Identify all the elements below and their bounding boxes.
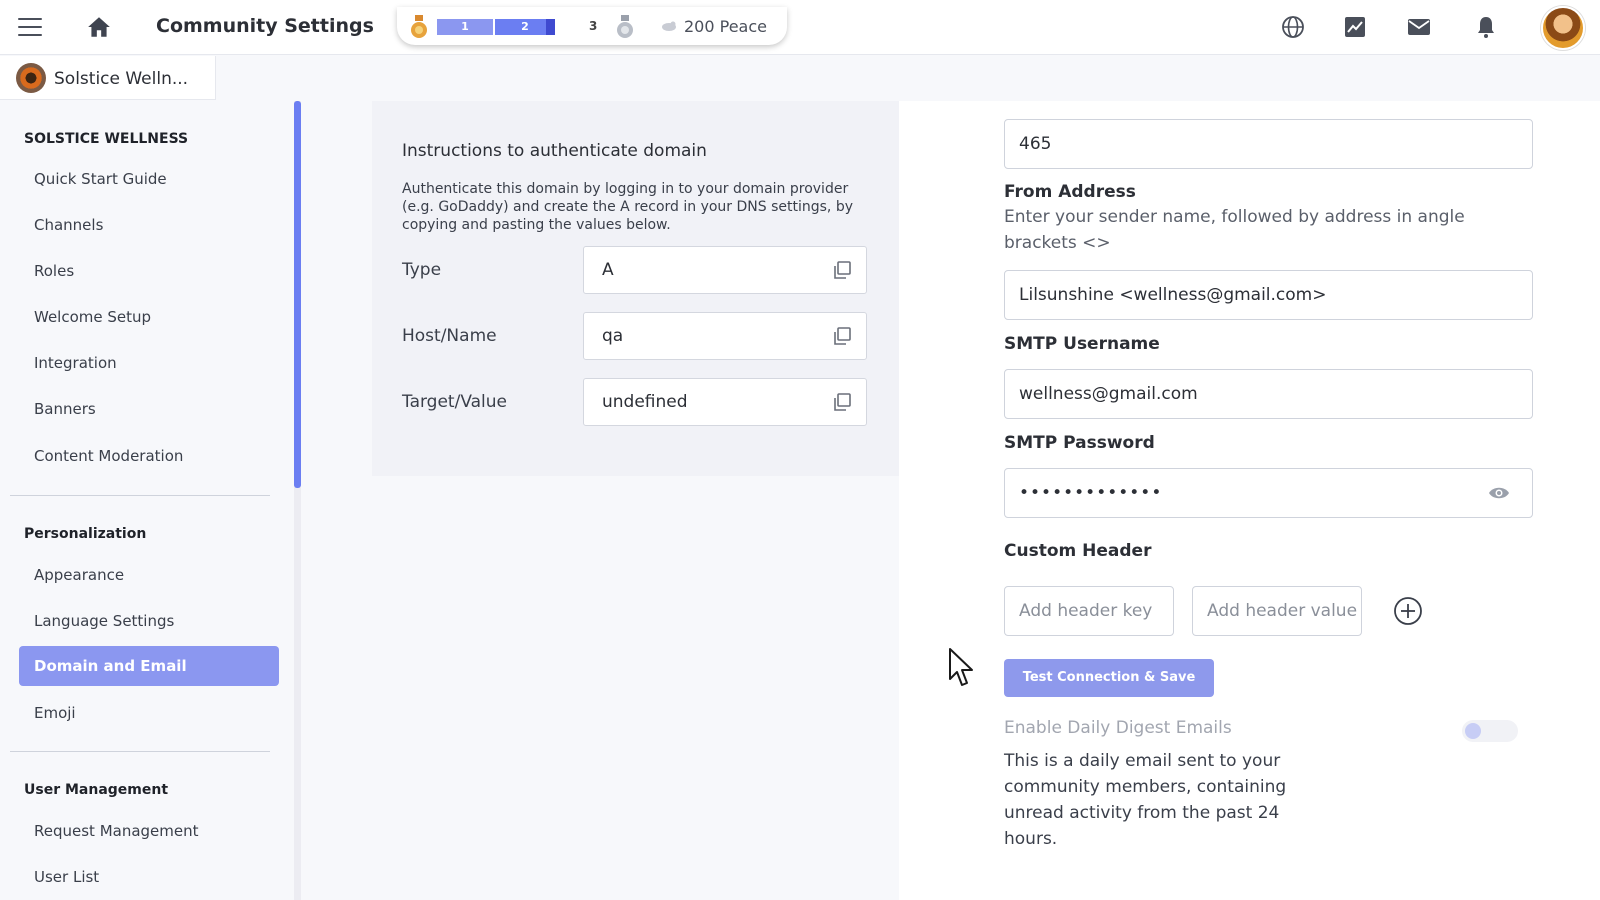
- top-bar: Community Settings 1 2 3 200 Peace: [0, 0, 1600, 55]
- menu-icon[interactable]: [18, 18, 42, 38]
- user-avatar[interactable]: [1541, 6, 1585, 50]
- medal-icon: [411, 15, 427, 38]
- level-segment-1: 1: [437, 19, 493, 35]
- sidebar-item-content-moderation[interactable]: Content Moderation: [34, 447, 183, 465]
- bell-icon[interactable]: [1474, 15, 1498, 39]
- mail-icon[interactable]: [1407, 15, 1431, 39]
- instructions-text: Authenticate this domain by logging in t…: [402, 181, 853, 233]
- sidebar-section-title: User Management: [24, 782, 169, 798]
- plus-circle-icon[interactable]: [1393, 596, 1423, 626]
- smtp-password-value: •••••••••••••: [1019, 483, 1163, 503]
- host-field[interactable]: qa: [583, 312, 867, 360]
- type-label: Type: [402, 260, 442, 280]
- header-value-placeholder: Add header value: [1207, 601, 1358, 621]
- daily-digest-description: This is a daily email sent to your commu…: [1004, 751, 1287, 849]
- domain-instructions-card: Instructions to authenticate domain Auth…: [372, 101, 899, 476]
- from-address-help: Enter your sender name, followed by addr…: [1004, 207, 1465, 253]
- target-field[interactable]: undefined: [583, 378, 867, 426]
- smtp-username-label: SMTP Username: [1004, 334, 1160, 354]
- daily-digest-label: Enable Daily Digest Emails: [1004, 718, 1232, 738]
- eye-icon[interactable]: [1488, 485, 1510, 501]
- sidebar-divider: [10, 495, 270, 496]
- type-field[interactable]: A: [583, 246, 867, 294]
- test-connection-save-label: Test Connection & Save: [1022, 670, 1196, 685]
- sidebar-section-title: Personalization: [24, 526, 147, 542]
- daily-digest-toggle[interactable]: [1462, 720, 1518, 742]
- instructions-title: Instructions to authenticate domain: [402, 141, 707, 161]
- custom-header-label: Custom Header: [1004, 541, 1152, 561]
- sidebar-item-banners[interactable]: Banners: [34, 400, 96, 418]
- copy-icon[interactable]: [832, 260, 852, 280]
- sidebar-item-domain-and-email[interactable]: Domain and Email: [19, 646, 279, 686]
- home-icon[interactable]: [86, 14, 112, 40]
- next-level: 3: [589, 19, 598, 33]
- smtp-username-input[interactable]: wellness@gmail.com: [1004, 369, 1533, 419]
- sidebar-item-emoji[interactable]: Emoji: [34, 704, 76, 722]
- points-label: 200 Peace: [684, 17, 767, 36]
- sidebar-section-title: SOLSTICE WELLNESS: [24, 131, 189, 147]
- smtp-username-value: wellness@gmail.com: [1019, 384, 1198, 404]
- sidebar-item-label: Domain and Email: [34, 657, 187, 675]
- target-label: Target/Value: [402, 392, 508, 412]
- level-segment-2: 2: [495, 19, 555, 35]
- target-value: undefined: [602, 392, 688, 412]
- sidebar-item-language-settings[interactable]: Language Settings: [34, 612, 174, 630]
- sidebar-item-user-list[interactable]: User List: [34, 868, 99, 886]
- copy-icon[interactable]: [832, 326, 852, 346]
- type-value: A: [602, 260, 614, 280]
- from-address-label: From Address: [1004, 182, 1136, 202]
- toggle-knob: [1465, 723, 1481, 739]
- host-value: qa: [602, 326, 624, 346]
- level-progress: 1 2 3 200 Peace: [397, 7, 787, 45]
- header-value-input[interactable]: Add header value: [1192, 586, 1362, 636]
- smtp-port-input[interactable]: 465: [1004, 119, 1533, 169]
- sidebar-item-request-management[interactable]: Request Management: [34, 822, 199, 840]
- community-avatar: [16, 63, 46, 93]
- sidebar-item-appearance[interactable]: Appearance: [34, 566, 124, 584]
- smtp-password-label: SMTP Password: [1004, 433, 1155, 453]
- community-name: Solstice Welln...: [54, 69, 189, 89]
- from-address-input[interactable]: Lilsunshine <wellness@gmail.com>: [1004, 270, 1533, 320]
- from-address-value: Lilsunshine <wellness@gmail.com>: [1019, 285, 1327, 305]
- header-key-placeholder: Add header key: [1019, 601, 1153, 621]
- sidebar-item-channels[interactable]: Channels: [34, 216, 103, 234]
- cursor-icon: [949, 648, 973, 686]
- sidebar-item-integration[interactable]: Integration: [34, 354, 117, 372]
- medal-icon: [617, 15, 633, 38]
- smtp-port-value: 465: [1019, 134, 1052, 154]
- copy-icon[interactable]: [832, 392, 852, 412]
- sidebar-item-welcome-setup[interactable]: Welcome Setup: [34, 308, 151, 326]
- globe-icon[interactable]: [1281, 15, 1305, 39]
- header-key-input[interactable]: Add header key: [1004, 586, 1174, 636]
- page-title: Community Settings: [156, 15, 374, 37]
- peace-icon: [662, 21, 676, 31]
- sidebar-scroll-thumb[interactable]: [294, 101, 301, 488]
- sidebar-item-quick-start-guide[interactable]: Quick Start Guide: [34, 170, 167, 188]
- smtp-password-input[interactable]: •••••••••••••: [1004, 468, 1533, 518]
- chart-icon[interactable]: [1343, 15, 1367, 39]
- community-switcher[interactable]: Solstice Welln...: [0, 56, 216, 100]
- test-connection-save-button[interactable]: Test Connection & Save: [1004, 659, 1214, 697]
- sidebar-item-roles[interactable]: Roles: [34, 262, 74, 280]
- host-label: Host/Name: [402, 326, 497, 346]
- sidebar-divider: [10, 751, 270, 752]
